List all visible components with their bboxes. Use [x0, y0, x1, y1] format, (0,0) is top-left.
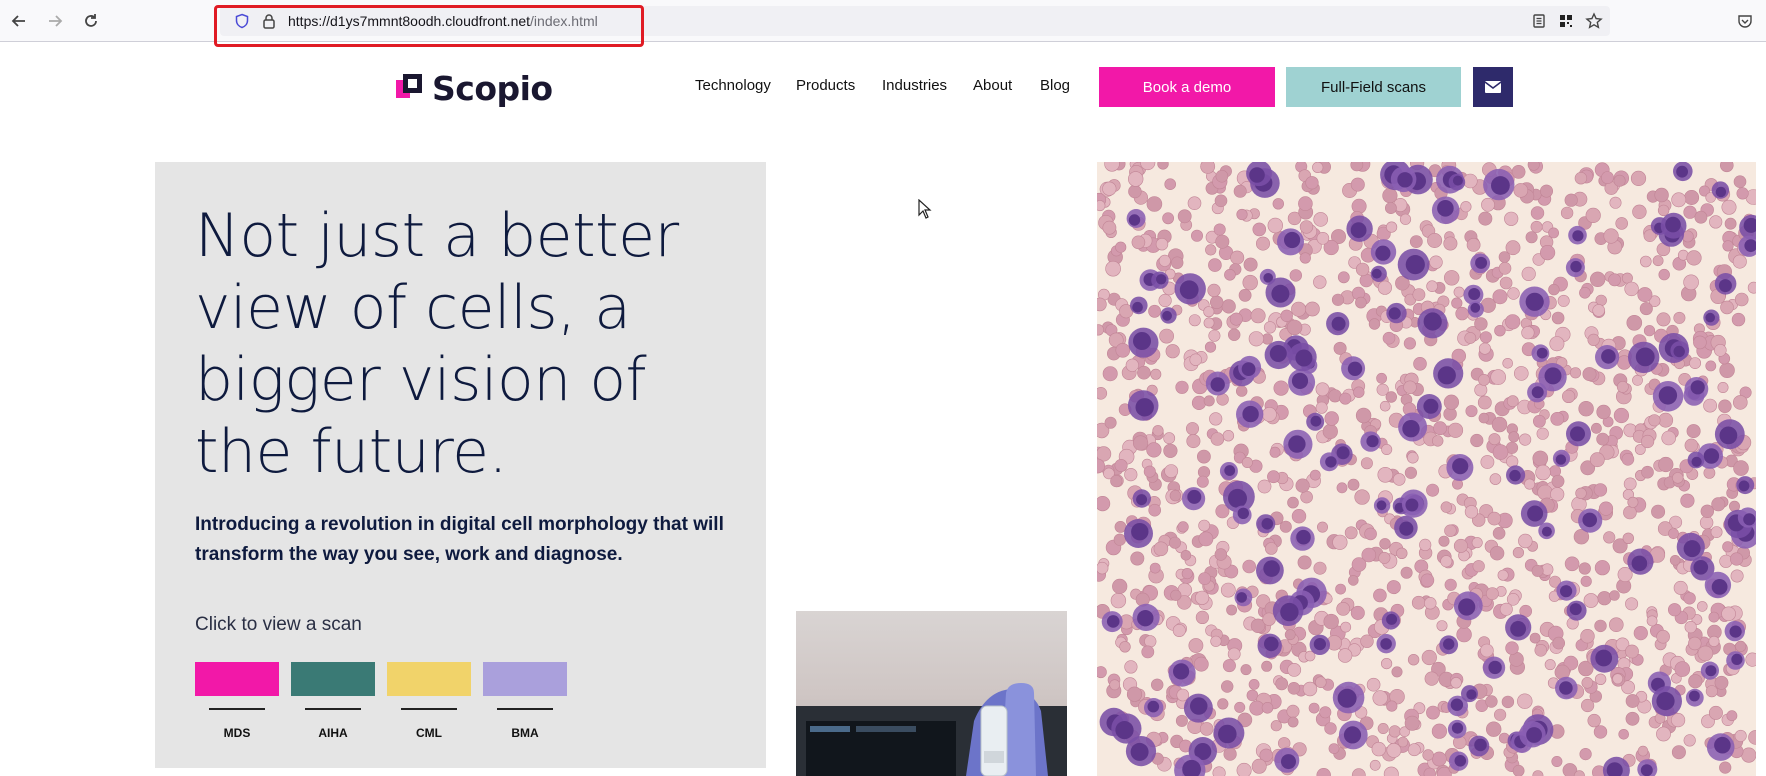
- scan-swatch-cml[interactable]: [387, 662, 471, 696]
- shield-icon[interactable]: [232, 11, 252, 31]
- scan-label-aiha[interactable]: AIHA: [291, 726, 375, 740]
- brand-name: Scopio: [432, 68, 553, 108]
- logo-mark-icon: [396, 74, 422, 102]
- url-path: /index.html: [530, 13, 598, 29]
- back-icon[interactable]: [6, 8, 32, 34]
- url-text[interactable]: https://d1ys7mmnt8oodh.cloudfront.net/in…: [288, 13, 598, 29]
- nav-about[interactable]: About: [973, 77, 1012, 94]
- url-host: https://d1ys7mmnt8oodh.cloudfront.net: [288, 13, 531, 29]
- swatch-underline: [305, 708, 361, 710]
- forward-icon[interactable]: [42, 8, 68, 34]
- mouse-cursor-icon: [918, 198, 932, 224]
- bookmark-star-icon[interactable]: [1584, 11, 1604, 31]
- mail-icon: [1485, 81, 1501, 93]
- scan-swatch-aiha[interactable]: [291, 662, 375, 696]
- book-demo-button[interactable]: Book a demo: [1099, 67, 1275, 107]
- browser-toolbar: https://d1ys7mmnt8oodh.cloudfront.net/in…: [0, 0, 1766, 42]
- contact-button[interactable]: [1473, 67, 1513, 107]
- scan-label-cml[interactable]: CML: [387, 726, 471, 740]
- blood-smear-image: [1097, 162, 1756, 776]
- scan-swatch-bma[interactable]: [483, 662, 567, 696]
- lock-icon[interactable]: [259, 11, 279, 31]
- swatch-underline: [209, 708, 265, 710]
- pocket-icon[interactable]: [1735, 11, 1755, 31]
- qr-code-icon[interactable]: [1556, 11, 1576, 31]
- scan-prompt: Click to view a scan: [195, 614, 362, 635]
- full-field-scans-button[interactable]: Full-Field scans: [1286, 67, 1461, 107]
- lab-photo: [796, 611, 1067, 776]
- nav-technology[interactable]: Technology: [695, 77, 771, 94]
- scan-label-mds[interactable]: MDS: [195, 726, 279, 740]
- hero-subtitle: Introducing a revolution in digital cell…: [195, 514, 724, 565]
- scan-label-bma[interactable]: BMA: [483, 726, 567, 740]
- brand-logo[interactable]: Scopio: [396, 68, 553, 108]
- nav-industries[interactable]: Industries: [882, 77, 947, 94]
- nav-blog[interactable]: Blog: [1040, 77, 1070, 94]
- hero-card: Not just a better view of cells, a bigge…: [155, 162, 766, 768]
- swatch-underline: [401, 708, 457, 710]
- hero-title: Not just a better view of cells, a bigge…: [195, 201, 679, 487]
- scan-swatch-mds[interactable]: [195, 662, 279, 696]
- swatch-underline: [497, 708, 553, 710]
- nav-products[interactable]: Products: [796, 77, 855, 94]
- reload-icon[interactable]: [78, 8, 104, 34]
- reader-view-icon[interactable]: [1529, 11, 1549, 31]
